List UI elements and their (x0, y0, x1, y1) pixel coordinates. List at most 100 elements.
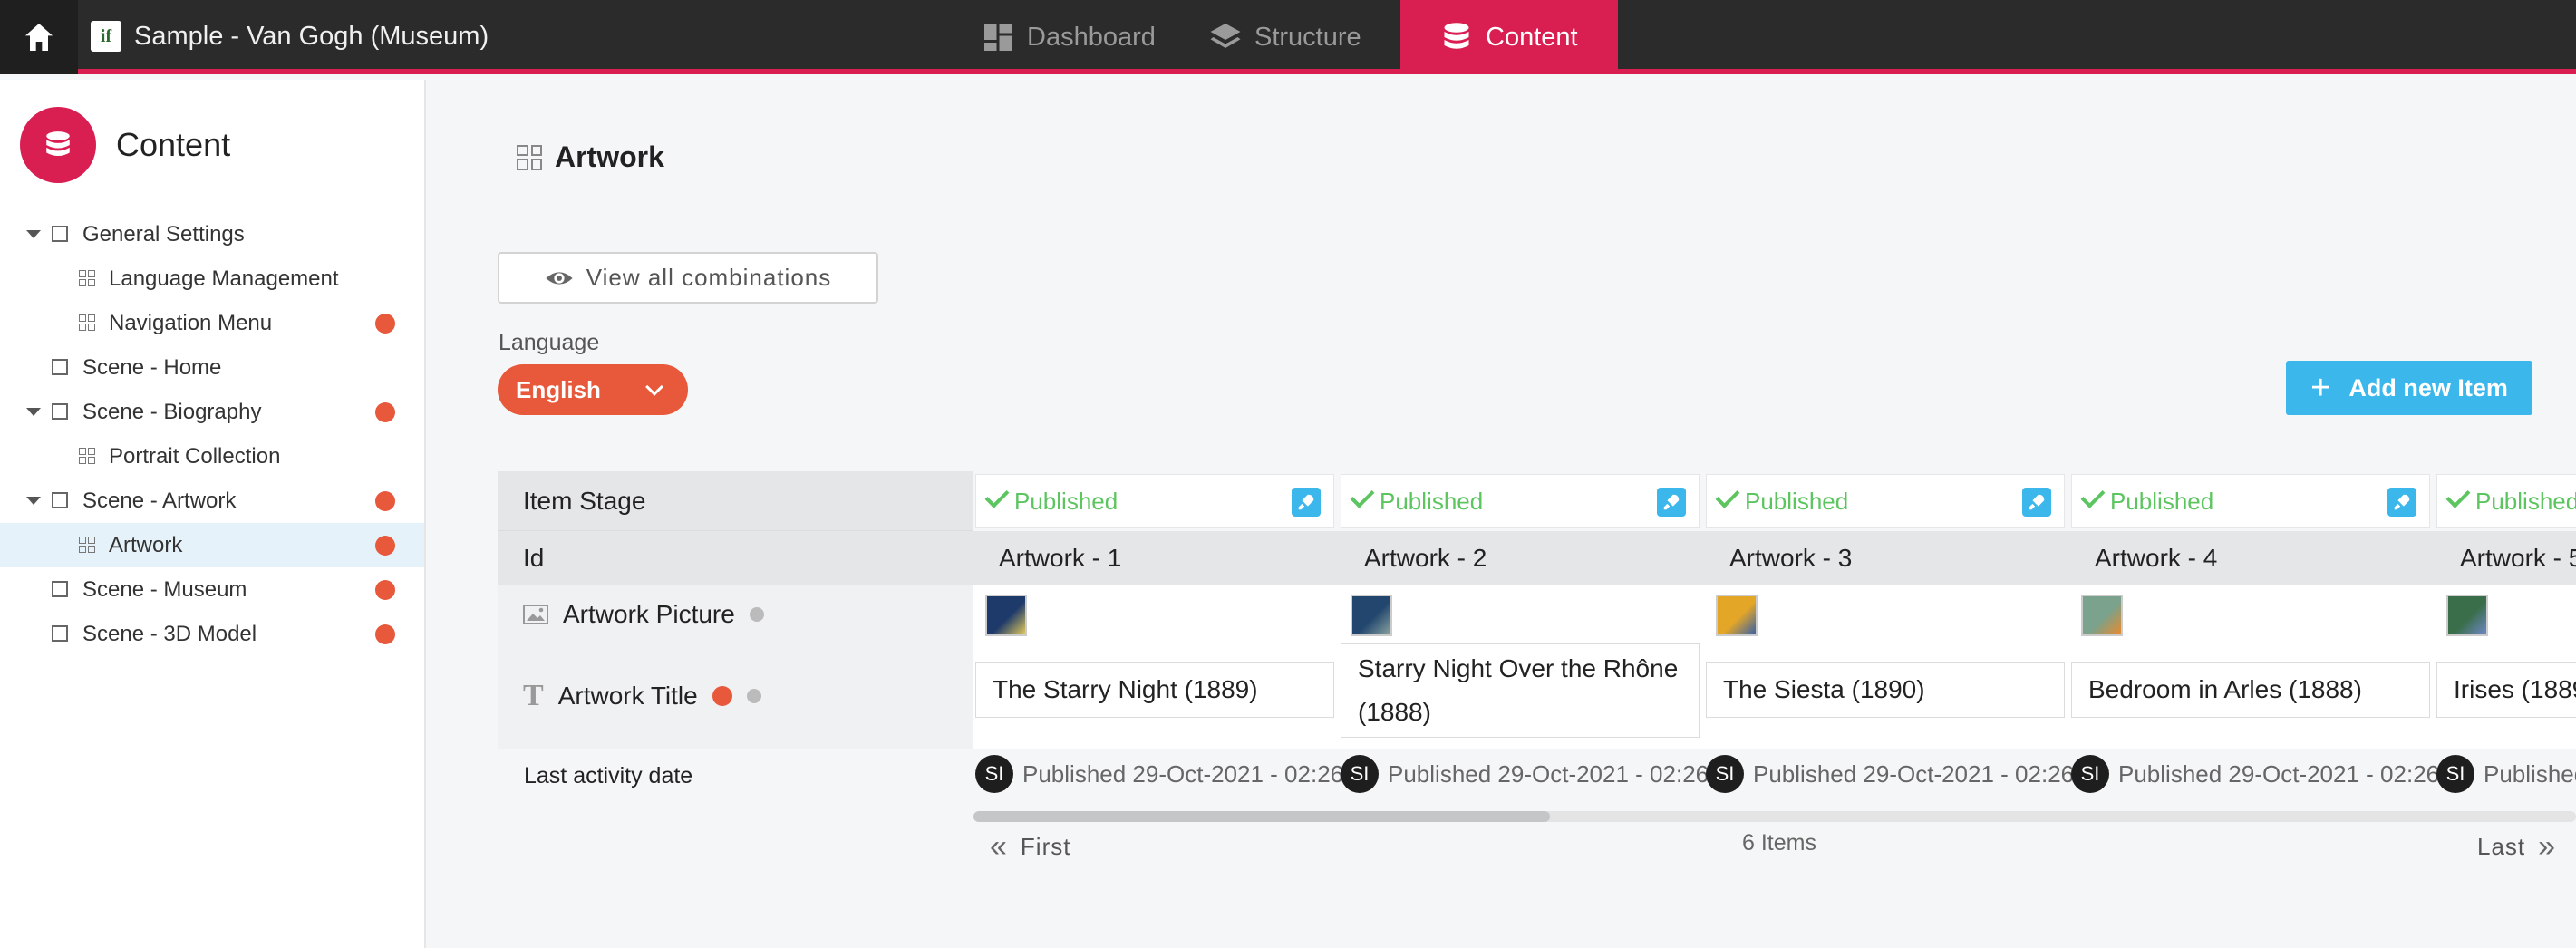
tree-item-label: Scene - Biography (82, 399, 262, 424)
tree-item-scene-biography[interactable]: Scene - Biography (0, 390, 424, 434)
activity-text: Published 29-Oct-2021 - 02:26 (1753, 759, 2075, 788)
tree-item-label: Scene - 3D Model (82, 621, 257, 646)
folder-icon (52, 226, 68, 242)
item-column: Published Artwork - 3 The Siesta (1890) (1703, 471, 2068, 749)
artwork-thumbnail[interactable] (1716, 595, 1758, 636)
id-cell[interactable]: Artwork - 5 (2434, 531, 2576, 585)
picture-cell[interactable] (973, 585, 1338, 643)
activity-cell: SI Published 29-Oct-2021 - 02:26 (2071, 754, 2439, 794)
check-icon (1715, 483, 1740, 508)
picture-cell[interactable] (1338, 585, 1703, 643)
tab-structure-label: Structure (1254, 22, 1361, 52)
artwork-thumbnail[interactable] (1351, 595, 1392, 636)
tree-item-scene-artwork[interactable]: Scene - Artwork (0, 479, 424, 523)
title-cell: Bedroom in Arles (1888) (2068, 643, 2434, 749)
tree-item-scene-home[interactable]: Scene - Home (0, 345, 424, 390)
folder-icon (52, 492, 68, 508)
tree-item-scene-3d-model[interactable]: Scene - 3D Model (0, 612, 424, 656)
double-chevron-left-icon: « (990, 828, 1008, 864)
modified-dot (375, 401, 395, 422)
id-cell[interactable]: Artwork - 3 (1703, 531, 2068, 585)
modified-dot (375, 624, 395, 644)
last-page-button[interactable]: Last » (2477, 829, 2556, 864)
folder-icon (52, 625, 68, 642)
language-select[interactable]: English (498, 364, 688, 415)
layers-icon (1210, 24, 1241, 48)
tree-item-label: Navigation Menu (109, 310, 273, 335)
artwork-thumbnail[interactable] (2446, 595, 2488, 636)
top-bar: if Sample - Van Gogh (Museum) Dashboard … (0, 0, 2576, 74)
tree-item-label: Portrait Collection (109, 443, 281, 469)
item-column: Published Artwork - 2 Starry Night Over th… (1338, 471, 1703, 749)
avatar: SI (975, 755, 1013, 793)
publish-button[interactable] (1292, 488, 1321, 517)
last-page-label: Last (2477, 832, 2526, 860)
publish-button[interactable] (1657, 488, 1686, 517)
add-new-item-button[interactable]: + Add new Item (2286, 361, 2532, 415)
stage-cell[interactable]: Published (975, 474, 1334, 528)
rocket-icon (1663, 494, 1680, 510)
artwork-thumbnail[interactable] (2081, 595, 2123, 636)
artwork-title-field[interactable]: The Siesta (1890) (1706, 662, 2065, 718)
tab-structure[interactable]: Structure (1209, 0, 1361, 74)
stage-cell[interactable]: Published (1706, 474, 2065, 528)
scrollbar-thumb[interactable] (973, 811, 1550, 822)
stage-cell[interactable]: Published (2436, 474, 2576, 528)
tab-content[interactable]: Content (1400, 0, 1618, 74)
caret-down-icon[interactable] (26, 497, 41, 505)
picture-cell[interactable] (2434, 585, 2576, 643)
avatar: SI (2071, 755, 2109, 793)
artwork-title-field[interactable]: Bedroom in Arles (1888) (2071, 662, 2430, 718)
plus-icon: + (2310, 369, 2331, 407)
tree-item-artwork[interactable]: Artwork (0, 523, 424, 567)
list-icon (79, 537, 95, 553)
caret-down-icon[interactable] (26, 230, 41, 238)
tree-item-portrait-collection[interactable]: Portrait Collection (0, 434, 424, 479)
home-button[interactable] (0, 0, 78, 74)
activity-text: Published 29-Oct-2021 - 02:26 (2484, 759, 2576, 788)
tree-item-label: Scene - Home (82, 354, 222, 380)
tab-dashboard[interactable]: Dashboard (982, 0, 1156, 74)
modified-dot (712, 686, 732, 706)
view-all-combinations-button[interactable]: View all combinations (498, 252, 878, 304)
row-header-label: Artwork Picture (563, 599, 735, 628)
title-cell: Irises (1889) (2434, 643, 2576, 749)
publish-button[interactable] (2387, 488, 2416, 517)
first-page-button[interactable]: « First (990, 828, 1070, 864)
project-title[interactable]: Sample - Van Gogh (Museum) (134, 0, 489, 74)
check-icon (984, 483, 1010, 508)
stage-label: Published (2110, 487, 2214, 515)
stage-cell[interactable]: Published (1341, 474, 1700, 528)
artwork-title-field[interactable]: The Starry Night (1889) (975, 662, 1334, 718)
activity-cell: SI Published 29-Oct-2021 - 02:26 (975, 754, 1343, 794)
caret-down-icon[interactable] (26, 408, 41, 416)
stage-cell[interactable]: Published (2071, 474, 2430, 528)
check-icon (2080, 483, 2106, 508)
info-icon[interactable] (746, 689, 761, 703)
tree-item-scene-museum[interactable]: Scene - Museum (0, 567, 424, 612)
publish-button[interactable] (2022, 488, 2051, 517)
activity-text: Published 29-Oct-2021 - 02:26 (1022, 759, 1344, 788)
artwork-title-field[interactable]: Irises (1889) (2436, 662, 2576, 718)
row-header-label: Artwork Title (557, 682, 698, 710)
id-cell[interactable]: Artwork - 1 (973, 531, 1338, 585)
info-icon[interactable] (749, 606, 764, 622)
horizontal-scrollbar[interactable] (973, 811, 2576, 822)
tree-item-navigation-menu[interactable]: Navigation Menu (0, 301, 424, 345)
sidebar-title: Content (116, 126, 231, 163)
id-cell[interactable]: Artwork - 2 (1338, 531, 1703, 585)
tree-item-general-settings[interactable]: General Settings (0, 212, 424, 256)
content-tree: General Settings Language Management Nav… (0, 212, 424, 656)
row-header-last-activity: Last activity date (524, 763, 693, 788)
picture-cell[interactable] (2068, 585, 2434, 643)
id-cell[interactable]: Artwork - 4 (2068, 531, 2434, 585)
rocket-icon (1298, 494, 1314, 510)
activity-cell: SI Published 29-Oct-2021 - 02:26 (1706, 754, 2074, 794)
modified-dot (375, 490, 395, 511)
tree-item-label: Language Management (109, 266, 339, 291)
list-icon (79, 448, 95, 464)
artwork-thumbnail[interactable] (985, 595, 1027, 636)
picture-cell[interactable] (1703, 585, 2068, 643)
artwork-title-field[interactable]: Starry Night Over the Rhône (1888) (1341, 643, 1700, 738)
tree-item-language-management[interactable]: Language Management (0, 256, 424, 301)
